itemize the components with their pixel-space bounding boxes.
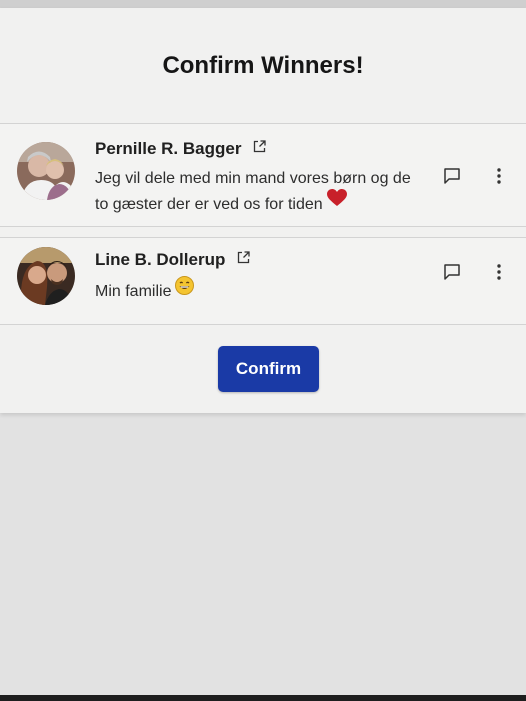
winner-name[interactable]: Pernille R. Bagger bbox=[95, 139, 241, 158]
winner-message-text: Min familie bbox=[95, 283, 172, 300]
avatar bbox=[17, 142, 75, 200]
winner-name-line: Line B. Dollerup bbox=[95, 250, 250, 270]
modal-title: Confirm Winners! bbox=[162, 52, 364, 79]
confirm-winners-panel: Confirm Winners! Pernille R. Bagger Jeg … bbox=[0, 8, 526, 413]
winner-message: Jeg vil dele med min mand vores børn og … bbox=[95, 166, 425, 218]
winner-row: Line B. Dollerup Min familie bbox=[0, 237, 526, 325]
winner-row: Pernille R. Bagger Jeg vil dele med min … bbox=[0, 123, 526, 227]
red-heart-icon bbox=[326, 189, 347, 216]
top-strip bbox=[0, 0, 526, 8]
winner-message-text: Jeg vil dele med min mand vores børn og … bbox=[95, 170, 411, 213]
comment-icon[interactable] bbox=[443, 167, 461, 190]
confirm-button[interactable]: Confirm bbox=[218, 346, 319, 392]
winner-name-line: Pernille R. Bagger bbox=[95, 138, 267, 159]
grinning-face-icon bbox=[175, 275, 195, 304]
comment-icon[interactable] bbox=[443, 263, 461, 286]
bottom-bar bbox=[0, 695, 526, 701]
winner-message: Min familie bbox=[95, 275, 425, 305]
more-vertical-icon[interactable] bbox=[496, 167, 502, 190]
avatar bbox=[17, 247, 75, 305]
external-link-icon[interactable] bbox=[253, 138, 267, 158]
more-vertical-icon[interactable] bbox=[496, 263, 502, 286]
external-link-icon[interactable] bbox=[237, 249, 250, 269]
winner-list: Pernille R. Bagger Jeg vil dele med min … bbox=[0, 113, 526, 325]
winner-name[interactable]: Line B. Dollerup bbox=[95, 250, 225, 269]
